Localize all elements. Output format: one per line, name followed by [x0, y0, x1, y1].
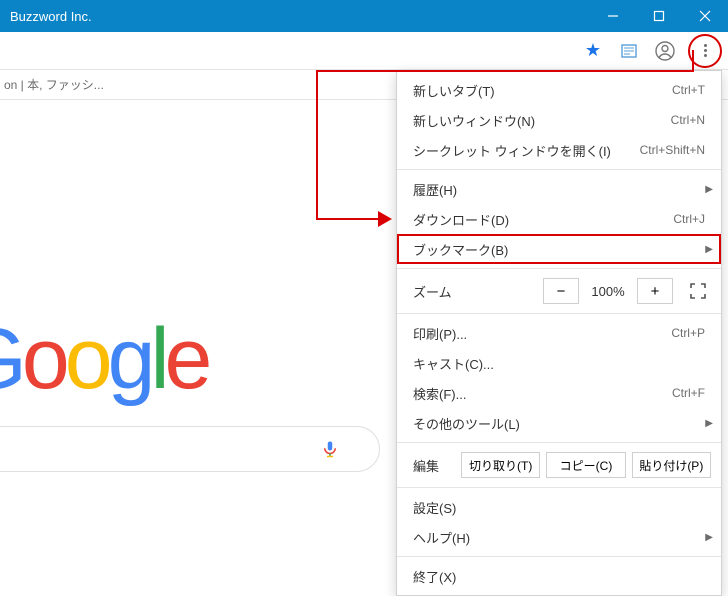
menu-label: ダウンロード(D) [413, 210, 673, 229]
menu-label: ブックマーク(B) [413, 240, 705, 259]
fullscreen-button[interactable] [685, 278, 711, 304]
menu-item-downloads[interactable]: ダウンロード(D) Ctrl+J [397, 204, 721, 234]
menu-separator [397, 487, 721, 488]
menu-separator [397, 169, 721, 170]
bookmarks-bar-text[interactable]: on | 本, ファッシ... [4, 76, 104, 93]
menu-label: 終了(X) [413, 567, 705, 586]
zoom-out-button[interactable]: − [543, 278, 579, 304]
profile-avatar[interactable] [652, 38, 678, 64]
close-icon [699, 10, 711, 22]
menu-item-cast[interactable]: キャスト(C)... [397, 348, 721, 378]
menu-item-new-tab[interactable]: 新しいタブ(T) Ctrl+T [397, 75, 721, 105]
menu-item-new-window[interactable]: 新しいウィンドウ(N) Ctrl+N [397, 105, 721, 135]
menu-label: キャスト(C)... [413, 354, 705, 373]
more-vertical-icon [704, 42, 707, 59]
menu-item-zoom: ズーム − 100% + [397, 273, 721, 309]
chrome-main-menu: 新しいタブ(T) Ctrl+T 新しいウィンドウ(N) Ctrl+N シークレッ… [396, 70, 722, 596]
paste-button[interactable]: 貼り付け(P) [632, 452, 711, 478]
menu-separator [397, 556, 721, 557]
chevron-right-icon: ▶ [705, 532, 713, 543]
menu-label: ヘルプ(H) [413, 528, 705, 547]
menu-item-history[interactable]: 履歴(H) ▶ [397, 174, 721, 204]
microphone-icon[interactable] [321, 440, 339, 458]
cut-button[interactable]: 切り取り(T) [461, 452, 540, 478]
maximize-icon [653, 10, 665, 22]
menu-item-more-tools[interactable]: その他のツール(L) ▶ [397, 408, 721, 438]
menu-separator [397, 442, 721, 443]
chevron-right-icon: ▶ [705, 418, 713, 429]
menu-separator [397, 268, 721, 269]
reader-icon[interactable] [616, 38, 642, 64]
menu-shortcut: Ctrl+P [671, 326, 705, 340]
menu-item-print[interactable]: 印刷(P)... Ctrl+P [397, 318, 721, 348]
browser-toolbar: ★ [0, 32, 728, 70]
menu-label: 履歴(H) [413, 180, 705, 199]
menu-shortcut: Ctrl+F [672, 386, 705, 400]
minimize-icon [607, 10, 619, 22]
menu-item-settings[interactable]: 設定(S) [397, 492, 721, 522]
chevron-right-icon: ▶ [705, 184, 713, 195]
menu-label: 新しいタブ(T) [413, 81, 672, 100]
copy-button[interactable]: コピー(C) [546, 452, 625, 478]
menu-separator [397, 313, 721, 314]
menu-shortcut: Ctrl+Shift+N [640, 143, 705, 157]
menu-item-find[interactable]: 検索(F)... Ctrl+F [397, 378, 721, 408]
menu-item-help[interactable]: ヘルプ(H) ▶ [397, 522, 721, 552]
menu-item-edit: 編集 切り取り(T) コピー(C) 貼り付け(P) [397, 447, 721, 483]
chevron-right-icon: ▶ [705, 244, 713, 255]
menu-label: 検索(F)... [413, 384, 672, 403]
zoom-value: 100% [585, 284, 631, 299]
menu-shortcut: Ctrl+N [671, 113, 705, 127]
menu-label: 新しいウィンドウ(N) [413, 111, 671, 130]
menu-label: その他のツール(L) [413, 414, 705, 433]
menu-label: ズーム [413, 282, 537, 301]
bookmark-star-icon[interactable]: ★ [580, 38, 606, 64]
google-logo: Google [0, 310, 207, 409]
menu-shortcut: Ctrl+T [672, 83, 705, 97]
google-search-input[interactable] [0, 426, 380, 472]
window-titlebar: Buzzword Inc. [0, 0, 728, 32]
window-buttons [590, 0, 728, 32]
menu-label: 印刷(P)... [413, 324, 671, 343]
zoom-in-button[interactable]: + [637, 278, 673, 304]
menu-label: 設定(S) [413, 498, 705, 517]
menu-item-incognito[interactable]: シークレット ウィンドウを開く(I) Ctrl+Shift+N [397, 135, 721, 165]
close-button[interactable] [682, 0, 728, 32]
menu-label: 編集 [413, 456, 455, 475]
fullscreen-icon [690, 283, 706, 299]
menu-shortcut: Ctrl+J [673, 212, 705, 226]
more-menu-button[interactable] [688, 34, 722, 68]
menu-item-bookmarks[interactable]: ブックマーク(B) ▶ [397, 234, 721, 264]
window-title: Buzzword Inc. [10, 9, 590, 24]
menu-label: シークレット ウィンドウを開く(I) [413, 141, 640, 160]
menu-item-exit[interactable]: 終了(X) [397, 561, 721, 591]
maximize-button[interactable] [636, 0, 682, 32]
minimize-button[interactable] [590, 0, 636, 32]
